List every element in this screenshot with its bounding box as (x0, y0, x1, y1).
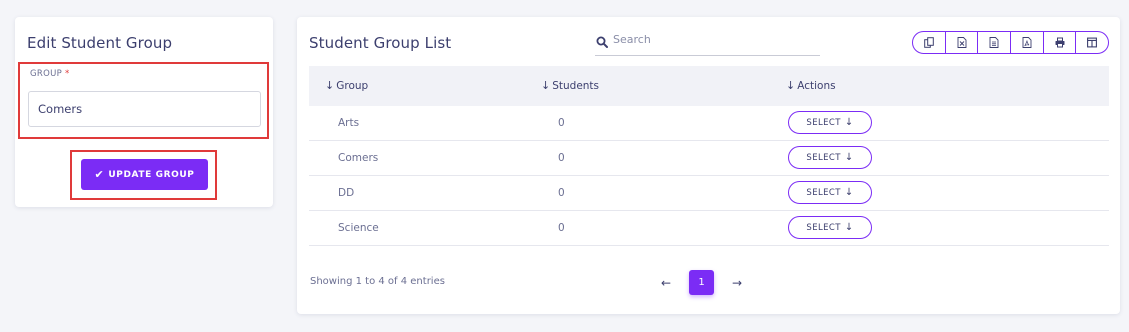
edit-card-title: Edit Student Group (27, 34, 173, 52)
students-cell: 0 (558, 152, 565, 164)
students-cell: 0 (558, 187, 565, 199)
columns-icon (1087, 33, 1098, 52)
select-label: SELECT (806, 187, 841, 198)
column-header-label: Actions (797, 79, 836, 92)
entries-info: Showing 1 to 4 of 4 entries (310, 276, 445, 287)
arrow-left-icon: ← (660, 275, 672, 290)
group-cell: Arts (338, 117, 360, 129)
sort-arrow-icon: ↓ (541, 79, 551, 92)
page-button-current[interactable]: 1 (689, 270, 714, 295)
excel-button[interactable] (946, 32, 979, 53)
arrow-down-icon: ↓ (844, 187, 854, 198)
prev-page-button[interactable]: ← (655, 272, 677, 294)
csv-button[interactable] (978, 32, 1012, 53)
student-group-table: ↓ Group ↓ Students ↓ Actions Arts 0 SELE… (309, 66, 1109, 246)
print-icon (1055, 33, 1065, 52)
students-cell: 0 (558, 222, 565, 234)
csv-icon (989, 33, 999, 52)
edit-group-card: Edit Student Group GROUP* ✔ UPDATE GROUP (15, 17, 273, 207)
select-label: SELECT (806, 117, 841, 128)
sort-arrow-icon: ↓ (325, 79, 335, 92)
column-header-label: Group (336, 79, 369, 92)
pagination: ← 1 → (655, 270, 748, 295)
select-button[interactable]: SELECT ↓ (788, 111, 872, 134)
copy-icon (924, 33, 934, 52)
update-button-highlight: ✔ UPDATE GROUP (70, 150, 217, 200)
pdf-icon (1022, 33, 1032, 52)
search-input[interactable] (613, 28, 813, 50)
column-header-group[interactable]: ↓ Group (325, 79, 368, 92)
arrow-down-icon: ↓ (844, 222, 854, 233)
columns-button[interactable] (1076, 32, 1108, 53)
arrow-down-icon: ↓ (844, 117, 854, 128)
export-button-group (912, 31, 1109, 54)
search-box (595, 27, 820, 56)
group-field-highlight: GROUP * (18, 62, 269, 139)
required-mark: * (65, 69, 70, 79)
column-header-actions[interactable]: ↓ Actions (786, 79, 836, 92)
print-button[interactable] (1044, 32, 1077, 53)
sort-arrow-icon: ↓ (786, 79, 796, 92)
select-label: SELECT (806, 222, 841, 233)
arrow-down-icon: ↓ (844, 152, 854, 163)
table-row: DD 0 SELECT ↓ (309, 176, 1109, 211)
select-label: SELECT (806, 152, 841, 163)
students-cell: 0 (558, 117, 565, 129)
group-field-label: GROUP * (30, 69, 70, 79)
group-cell: Science (338, 222, 379, 234)
arrow-right-icon: → (731, 275, 743, 290)
group-list-card: Student Group List Search ↓ Group ↓ Stud… (297, 17, 1120, 314)
next-page-button[interactable]: → (726, 272, 748, 294)
group-field-label-text: GROUP (30, 69, 63, 79)
search-icon (596, 33, 608, 48)
table-row: Science 0 SELECT ↓ (309, 211, 1109, 246)
select-button[interactable]: SELECT ↓ (788, 181, 872, 204)
column-header-label: Students (552, 79, 600, 92)
table-row: Comers 0 SELECT ↓ (309, 141, 1109, 176)
pdf-button[interactable] (1011, 32, 1044, 53)
select-button[interactable]: SELECT ↓ (788, 216, 872, 239)
update-group-button[interactable]: ✔ UPDATE GROUP (81, 159, 208, 190)
copy-button[interactable] (913, 32, 946, 53)
table-header: ↓ Group ↓ Students ↓ Actions (309, 66, 1109, 106)
excel-icon (957, 33, 967, 52)
group-cell: DD (338, 187, 355, 199)
group-cell: Comers (338, 152, 379, 164)
column-header-students[interactable]: ↓ Students (541, 79, 599, 92)
table-row: Arts 0 SELECT ↓ (309, 106, 1109, 141)
list-card-title: Student Group List (309, 34, 452, 52)
group-name-input[interactable] (28, 91, 261, 127)
select-button[interactable]: SELECT ↓ (788, 146, 872, 169)
check-icon: ✔ (94, 168, 105, 181)
update-group-label: UPDATE GROUP (108, 169, 195, 180)
